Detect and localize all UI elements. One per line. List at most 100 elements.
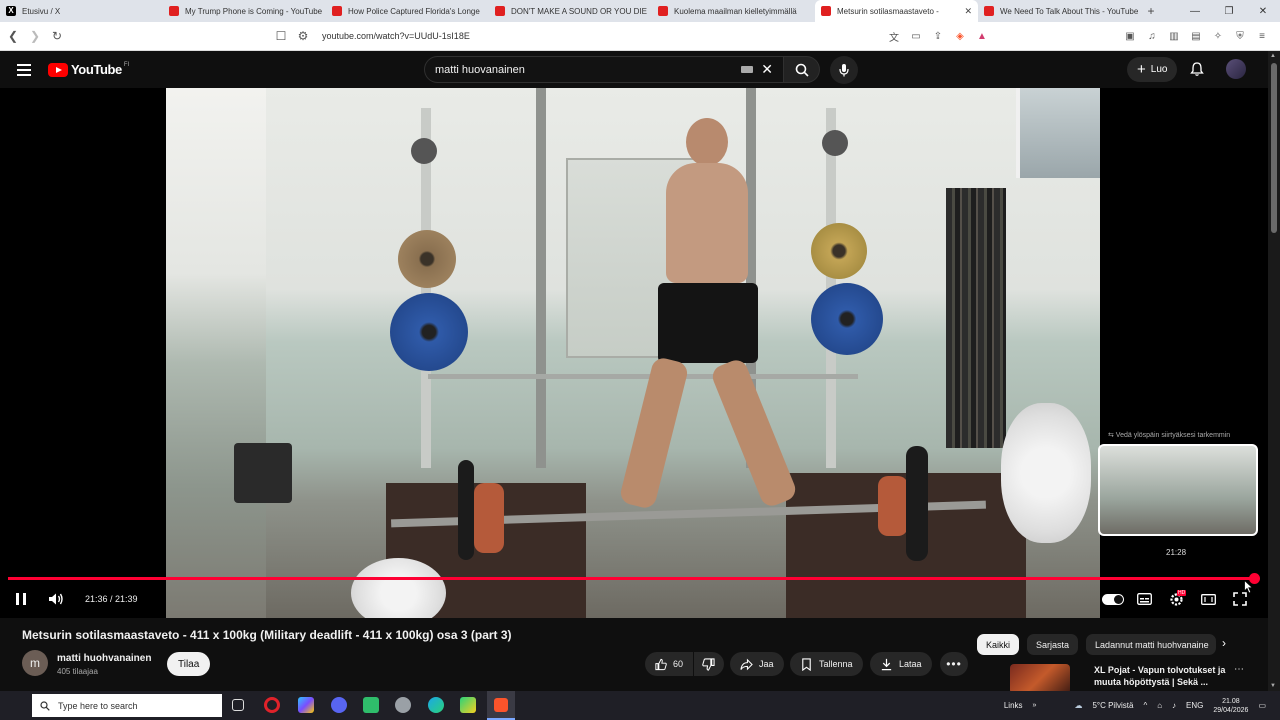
rack-post-scenery bbox=[536, 88, 546, 468]
search-input[interactable]: matti huovanainen ✕ bbox=[424, 56, 784, 83]
start-button[interactable] bbox=[0, 691, 28, 720]
ai-icon[interactable]: ✧ bbox=[1210, 31, 1226, 42]
browser-tab[interactable]: X Etusivu / X bbox=[0, 0, 163, 22]
colorful-app-icon[interactable] bbox=[298, 697, 314, 713]
dislike-button[interactable] bbox=[694, 652, 724, 676]
chevron-right-icon[interactable]: › bbox=[1222, 636, 1226, 650]
browser-tab[interactable]: How Police Captured Florida's Longe bbox=[326, 0, 489, 22]
volume-button[interactable] bbox=[46, 588, 66, 610]
tray-up-arrow-icon[interactable]: ^ bbox=[1143, 701, 1147, 710]
weather-cloud-icon[interactable]: ☁ bbox=[1074, 701, 1082, 710]
minimize-icon[interactable]: — bbox=[1178, 6, 1212, 17]
hamburger-menu-icon[interactable] bbox=[17, 63, 31, 76]
like-button[interactable]: 60 bbox=[645, 652, 693, 676]
scroll-up-icon[interactable]: ▲ bbox=[1270, 53, 1276, 59]
opera-icon[interactable] bbox=[264, 697, 280, 713]
weather-text[interactable]: 5°C Pilvistä bbox=[1092, 701, 1133, 710]
messenger-app-icon[interactable] bbox=[363, 697, 379, 713]
discord-icon[interactable] bbox=[331, 697, 347, 713]
account-avatar[interactable] bbox=[1226, 59, 1246, 79]
video-player[interactable]: ⇆ Vedä ylöspäin siirtyäksesi tarkemmin 2… bbox=[0, 88, 1268, 618]
new-tab-icon[interactable]: + bbox=[1141, 4, 1161, 18]
subscribe-button[interactable]: Tilaa bbox=[167, 652, 211, 676]
window-controls: — ❐ ✕ bbox=[1178, 6, 1280, 17]
settings-button[interactable]: HD bbox=[1167, 588, 1187, 610]
vpn-icon[interactable]: ⛨ bbox=[1232, 31, 1248, 42]
autoplay-toggle-switch bbox=[1102, 593, 1124, 605]
reload-icon[interactable]: ↻ bbox=[46, 29, 68, 43]
page-scrollbar[interactable]: ▲ ▼ bbox=[1268, 51, 1280, 691]
keyboard-icon[interactable] bbox=[741, 66, 754, 73]
system-tray: Links » ☁ 5°C Pilvistä ^ ⌂ ♪ ENG 21.08 2… bbox=[1004, 691, 1280, 720]
subscriber-count: 405 tilaajaa bbox=[57, 667, 98, 676]
brave-shield-icon[interactable]: ◈ bbox=[952, 31, 968, 42]
rewards-icon[interactable]: ▲ bbox=[974, 31, 990, 42]
menu-icon[interactable]: ≡ bbox=[1254, 31, 1270, 42]
recommendation-title[interactable]: XL Pojat - Vapun tolvotukset ja muuta hö… bbox=[1094, 664, 1234, 688]
video-frame[interactable] bbox=[166, 88, 1100, 618]
shield-app-icon[interactable] bbox=[395, 697, 411, 713]
share-icon[interactable]: ⇪ bbox=[930, 31, 946, 42]
chip-series[interactable]: Sarjasta bbox=[1027, 634, 1079, 655]
site-info-icon[interactable]: ⚙ bbox=[292, 29, 314, 43]
forward-icon[interactable]: ❯ bbox=[24, 29, 46, 43]
chip-uploaded-by[interactable]: Ladannut matti huohvanaine bbox=[1086, 634, 1217, 655]
media-player-icon[interactable] bbox=[460, 697, 476, 713]
browser-tab[interactable]: DON'T MAKE A SOUND OR YOU DIE bbox=[489, 0, 652, 22]
chip-all[interactable]: Kaikki bbox=[977, 634, 1020, 655]
player-controls: 21:36 / 21:39 HD bbox=[0, 588, 1268, 610]
speaker-icon[interactable]: ♪ bbox=[1172, 701, 1176, 710]
panel-icon[interactable]: ▥ bbox=[1166, 31, 1182, 42]
translate-icon[interactable]: 文 bbox=[886, 29, 902, 44]
taskbar-search-input[interactable]: Type here to search bbox=[32, 694, 222, 717]
share-button[interactable]: Jaa bbox=[730, 652, 784, 676]
links-toolbar[interactable]: Links bbox=[1004, 701, 1023, 710]
close-window-icon[interactable]: ✕ bbox=[1246, 6, 1280, 17]
browser-tab-active[interactable]: Metsurin sotilasmaastaveto - ✕ bbox=[815, 0, 978, 22]
wallet-icon[interactable]: ▤ bbox=[1188, 31, 1204, 42]
network-icon[interactable]: ⌂ bbox=[1157, 701, 1162, 710]
language-indicator[interactable]: ENG bbox=[1186, 701, 1203, 710]
search-query[interactable]: matti huovanainen bbox=[435, 64, 741, 76]
youtube-logo[interactable]: YouTube FI bbox=[48, 62, 129, 77]
sidebar-icon[interactable]: ▣ bbox=[1122, 31, 1138, 42]
task-view-icon[interactable] bbox=[232, 699, 244, 711]
download-button[interactable]: Lataa bbox=[870, 652, 932, 676]
search-button[interactable] bbox=[784, 56, 820, 83]
bookmark-icon[interactable]: ☐ bbox=[270, 29, 292, 43]
voice-search-button[interactable] bbox=[830, 56, 858, 84]
url-text[interactable]: youtube.com/watch?v=UUdU-1sI18E bbox=[322, 31, 882, 41]
create-button[interactable]: + Luo bbox=[1127, 57, 1178, 82]
cast-icon[interactable]: ▭ bbox=[908, 31, 924, 42]
theater-mode-button[interactable] bbox=[1199, 588, 1217, 610]
brave-browser-icon[interactable] bbox=[487, 691, 515, 720]
recommendation-thumbnail[interactable] bbox=[1010, 664, 1070, 694]
share-icon bbox=[740, 658, 753, 670]
browser-tab[interactable]: We Need To Talk About This - YouTube bbox=[978, 0, 1141, 22]
url-field[interactable]: ☐ ⚙ youtube.com/watch?v=UUdU-1sI18E bbox=[270, 25, 882, 47]
browser-tab[interactable]: My Trump Phone is Coming - YouTube bbox=[163, 0, 326, 22]
save-button[interactable]: Tallenna bbox=[790, 652, 863, 676]
more-actions-button[interactable]: ••• bbox=[940, 652, 968, 676]
autoplay-toggle[interactable] bbox=[1101, 588, 1125, 610]
close-tab-icon[interactable]: ✕ bbox=[964, 6, 972, 17]
subtitles-button[interactable] bbox=[1135, 588, 1153, 610]
notification-center-icon[interactable]: ▭ bbox=[1258, 701, 1266, 710]
more-vertical-icon[interactable]: ⋯ bbox=[1234, 664, 1244, 675]
channel-avatar[interactable]: m bbox=[22, 650, 48, 676]
edge-icon[interactable] bbox=[428, 697, 444, 713]
media-icon[interactable]: ♫ bbox=[1144, 31, 1160, 42]
barbell-plate-scenery bbox=[878, 476, 908, 536]
channel-name[interactable]: matti huohvanainen bbox=[57, 653, 151, 664]
scroll-down-icon[interactable]: ▼ bbox=[1270, 683, 1276, 689]
pause-button[interactable] bbox=[12, 588, 30, 610]
clock[interactable]: 21.08 29/04/2026 bbox=[1213, 697, 1248, 715]
weight-plate-scenery bbox=[811, 283, 883, 355]
scrollbar-thumb[interactable] bbox=[1271, 63, 1277, 233]
clear-search-icon[interactable]: ✕ bbox=[761, 61, 773, 78]
browser-tab[interactable]: Kuolema maailman kielletyimmällä bbox=[652, 0, 815, 22]
progress-bar[interactable] bbox=[8, 573, 1260, 584]
restore-icon[interactable]: ❐ bbox=[1212, 6, 1246, 17]
back-icon[interactable]: ❮ bbox=[2, 29, 24, 43]
notifications-bell-icon[interactable] bbox=[1189, 61, 1205, 77]
